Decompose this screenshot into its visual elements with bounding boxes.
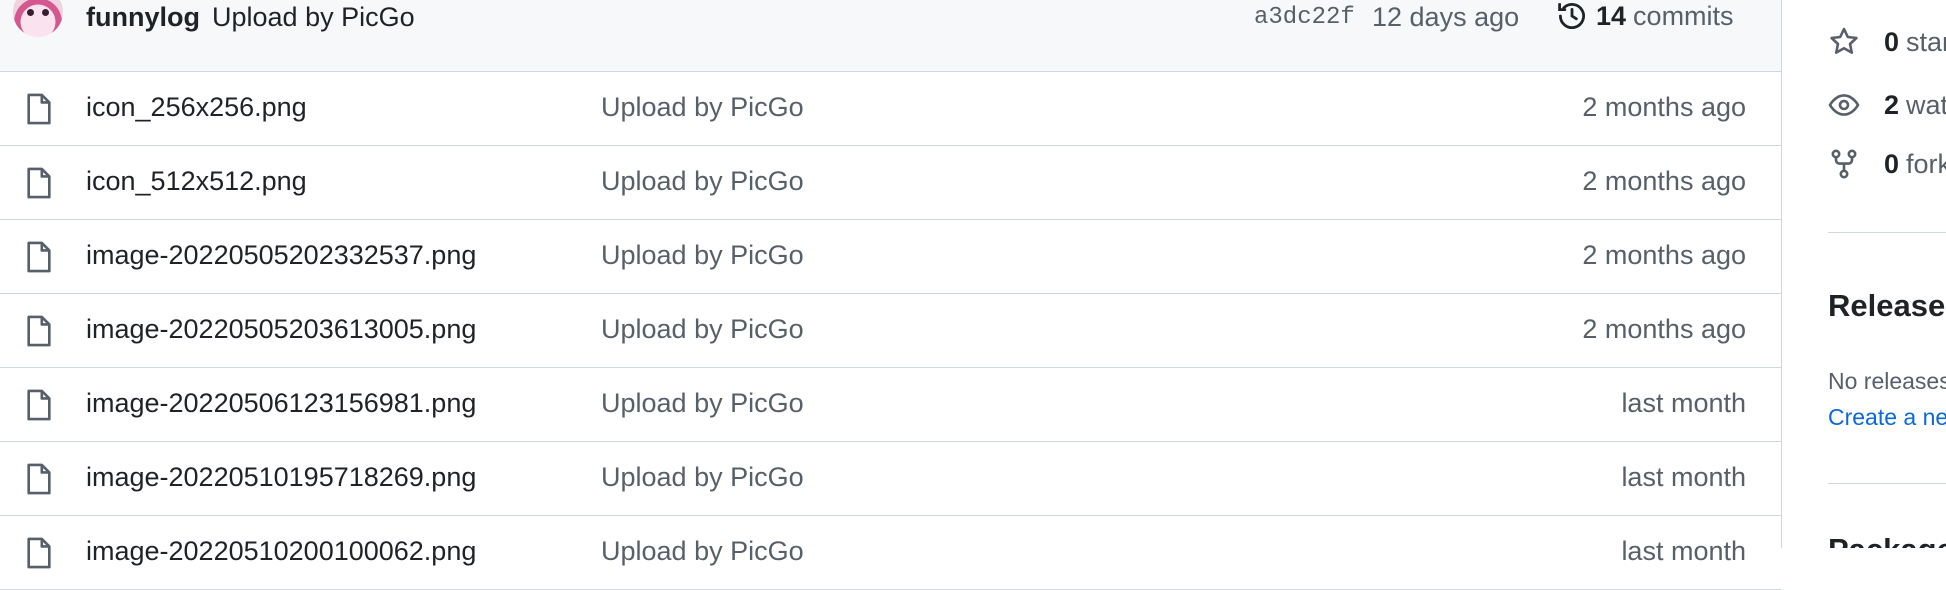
file-commit-message[interactable]: Upload by PicGo (601, 240, 804, 271)
commit-sha[interactable]: a3dc22f (1254, 4, 1355, 31)
watchers-link[interactable]: 2 watching (1828, 89, 1946, 121)
file-name-link[interactable]: icon_512x512.png (86, 166, 307, 197)
file-commit-age: last month (1621, 462, 1746, 492)
forks-link[interactable]: 0 forks (1828, 148, 1946, 180)
fork-icon (1831, 149, 1857, 179)
file-row[interactable]: image-20220505202332537.png Upload by Pic… (0, 220, 1781, 294)
file-icon (27, 167, 51, 199)
watchers-label: watching (1906, 89, 1946, 120)
forks-label: forks (1906, 148, 1946, 179)
file-name-link[interactable]: image-20220510195718269.png (86, 462, 476, 493)
file-commit-age: 2 months ago (1582, 240, 1746, 270)
file-name-link[interactable]: image-20220505203613005.png (86, 314, 476, 345)
file-commit-age: last month (1621, 388, 1746, 418)
file-row[interactable]: image-20220506123156981.png Upload by Pic… (0, 368, 1781, 442)
forks-count: 0 (1884, 148, 1900, 179)
file-commit-message[interactable]: Upload by PicGo (601, 462, 804, 493)
sidebar-divider (1828, 483, 1946, 484)
file-row[interactable]: image-20220505203613005.png Upload by Pic… (0, 294, 1781, 368)
repo-sidebar: 0 stars 2 watching 0 forks Releases No r… (1782, 0, 1946, 548)
stars-label: stars (1906, 26, 1946, 57)
file-name-link[interactable]: image-20220505202332537.png (86, 240, 476, 271)
eye-icon (1828, 94, 1860, 116)
file-name-link[interactable]: image-20220510200100062.png (86, 536, 476, 567)
file-row[interactable]: icon_512x512.png Upload by PicGo 2 months … (0, 146, 1781, 220)
file-icon (27, 389, 51, 421)
releases-empty-text: No releases published (1828, 368, 1946, 394)
releases-heading[interactable]: Releases (1828, 288, 1946, 324)
star-icon (1830, 27, 1858, 54)
file-name-link[interactable]: image-20220506123156981.png (86, 388, 476, 419)
file-commit-age: 2 months ago (1582, 92, 1746, 122)
stars-link[interactable]: 0 stars (1828, 26, 1946, 58)
commit-time: 12 days ago (1372, 2, 1520, 32)
latest-commit-bar: funnylog Upload by PicGo a3dc22f 12 days… (0, 0, 1781, 72)
file-list: icon_256x256.png Upload by PicGo 2 months … (0, 72, 1781, 590)
file-row[interactable]: image-20220510200100062.png Upload by Pic… (0, 516, 1781, 590)
stars-count: 0 (1884, 26, 1900, 57)
file-commit-message[interactable]: Upload by PicGo (601, 388, 804, 419)
history-icon (1558, 3, 1585, 29)
file-commit-message[interactable]: Upload by PicGo (601, 92, 804, 123)
file-icon (27, 241, 51, 273)
file-commit-age: 2 months ago (1582, 314, 1746, 344)
file-icon (27, 93, 51, 125)
file-row[interactable]: image-20220510195718269.png Upload by Pic… (0, 442, 1781, 516)
commit-history-link[interactable]: 14 commits (1556, 0, 1734, 32)
commits-label: commits (1633, 0, 1734, 31)
file-commit-age: last month (1621, 536, 1746, 566)
file-commit-message[interactable]: Upload by PicGo (601, 166, 804, 197)
avatar[interactable] (13, 0, 63, 37)
file-browser: funnylog Upload by PicGo a3dc22f 12 days… (0, 0, 1782, 590)
file-row[interactable]: icon_256x256.png Upload by PicGo 2 months … (0, 72, 1781, 146)
file-icon (27, 463, 51, 495)
file-commit-message[interactable]: Upload by PicGo (601, 536, 804, 567)
create-release-link[interactable]: Create a new release (1828, 404, 1946, 431)
file-name-link[interactable]: icon_256x256.png (86, 92, 307, 123)
commit-message[interactable]: Upload by PicGo (212, 2, 415, 33)
sidebar-divider (1828, 232, 1946, 233)
file-icon (27, 315, 51, 347)
file-commit-age: 2 months ago (1582, 166, 1746, 196)
file-commit-message[interactable]: Upload by PicGo (601, 314, 804, 345)
packages-heading[interactable]: Packages (1828, 532, 1946, 548)
commit-author[interactable]: funnylog (86, 2, 200, 33)
file-icon (27, 537, 51, 569)
commits-count: 14 (1596, 0, 1627, 31)
watchers-count: 2 (1884, 89, 1900, 120)
